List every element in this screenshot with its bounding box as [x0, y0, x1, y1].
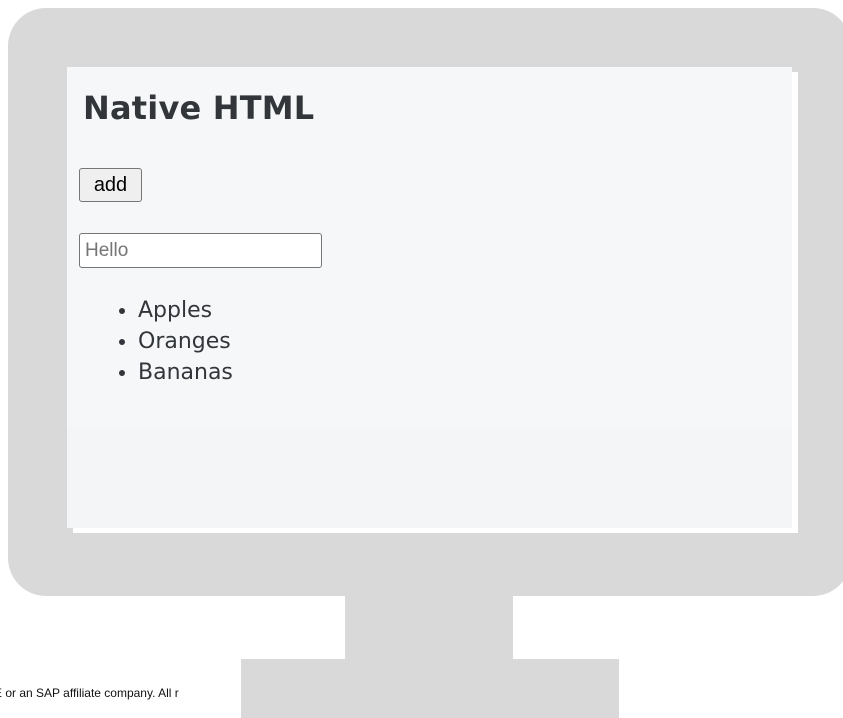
- hello-input[interactable]: [79, 233, 322, 268]
- monitor-stand-base: [241, 659, 619, 718]
- monitor-illustration: E or an SAP affiliate company. All r Nat…: [0, 0, 843, 718]
- monitor-screen: Native HTML add Apples Oranges Bananas: [67, 67, 792, 528]
- page-title: Native HTML: [83, 89, 315, 127]
- copyright-footer: E or an SAP affiliate company. All r: [0, 686, 179, 700]
- list-item: Apples: [138, 295, 233, 326]
- fruit-list: Apples Oranges Bananas: [117, 295, 233, 388]
- screen-shade: [67, 427, 792, 528]
- monitor-stand-neck: [345, 594, 513, 660]
- list-item: Oranges: [138, 326, 233, 357]
- add-button[interactable]: add: [79, 168, 142, 202]
- list-item: Bananas: [138, 357, 233, 388]
